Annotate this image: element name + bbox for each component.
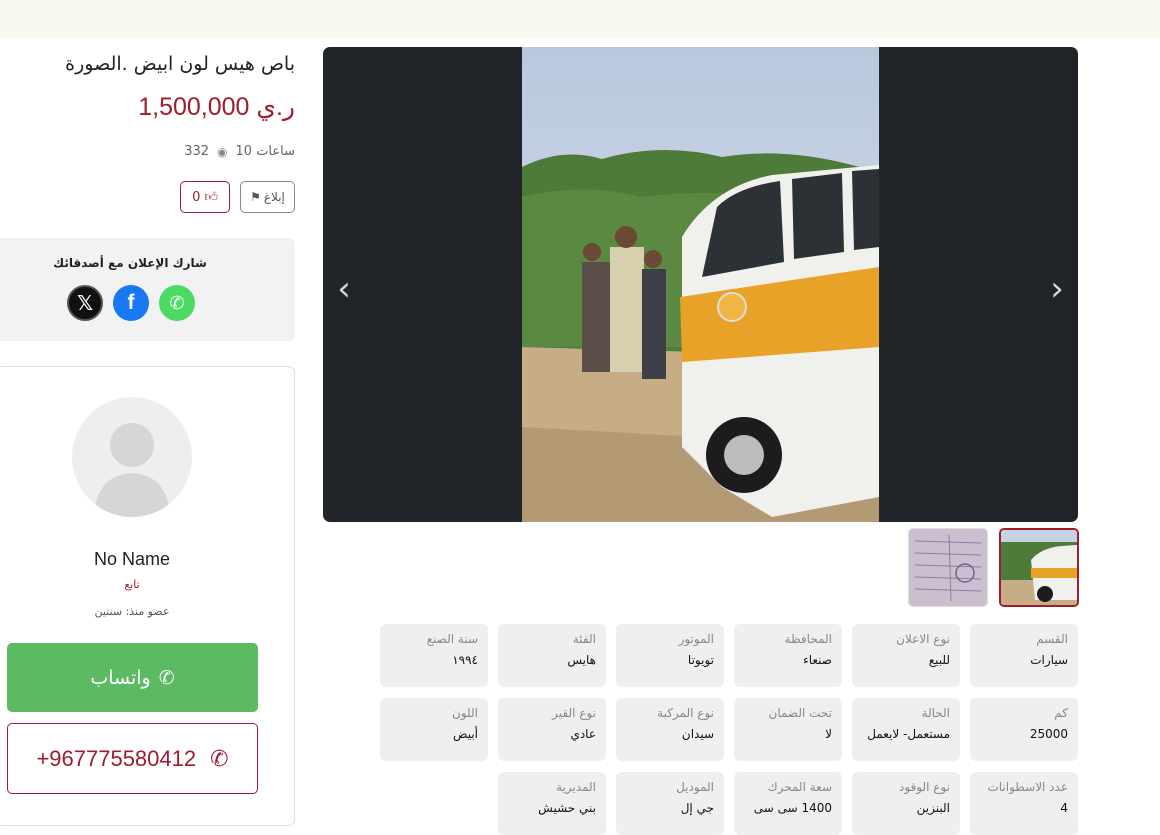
thumbnail-van-photo[interactable] [999, 528, 1079, 607]
spec-label: تحت الضمان [768, 706, 833, 720]
spec-value: 25000 [1029, 727, 1068, 741]
top-bar [0, 0, 1160, 38]
main-photo[interactable] [522, 47, 879, 522]
spec-label: المحافظة [784, 632, 832, 646]
spec-value: تويوتا [687, 653, 714, 667]
spec-card: القسم سيارات [970, 624, 1078, 687]
previous-image-button[interactable]: ‹ [329, 269, 359, 309]
spec-value: بني حشيش [538, 801, 596, 815]
spec-card: نوع القير عادي [498, 698, 606, 761]
spec-card: سنة الصنع ١٩٩٤ [380, 624, 488, 687]
spec-label: نوع الوقود [899, 780, 950, 794]
spec-value: عادي [570, 727, 596, 741]
view-count: 332 [184, 144, 210, 159]
spec-value: 1400 سى سى [753, 801, 832, 815]
like-count: 0 [192, 189, 201, 205]
spec-card: نوع المركبة سيدان [616, 698, 724, 761]
spec-card: الموتور تويوتا [616, 624, 724, 687]
next-image-button[interactable]: › [1042, 269, 1072, 309]
phone-number: +967775580412 [36, 745, 197, 771]
spec-card: سعة المحرك 1400 سى سى [734, 772, 842, 835]
whatsapp-icon: ✆ [158, 666, 175, 689]
spec-label: الموديل [676, 780, 714, 794]
spec-card: نوع الوقود البنزين [852, 772, 960, 835]
spec-card: المحافظة صنعاء [734, 624, 842, 687]
share-panel: شارك الإعلان مع أصدقائك 𝕏 f ✆ [0, 238, 295, 341]
spec-card: عدد الاسطوانات 4 [970, 772, 1078, 835]
eye-icon: ◉ [217, 144, 228, 159]
listing-title: باص هيس لون ابيض .الصورة [65, 53, 295, 75]
spec-card: الحالة مستعمل- لايعمل [852, 698, 960, 761]
spec-label: القسم [1036, 632, 1068, 646]
report-button[interactable]: إبلاغ ⚑ [240, 181, 295, 213]
spec-value: أبيض [453, 727, 478, 741]
spec-card: كم 25000 [970, 698, 1078, 761]
spec-value: ١٩٩٤ [452, 653, 478, 667]
member-since: عضو منذ: سنتين [94, 605, 170, 618]
spec-label: الموتور [678, 632, 714, 646]
report-label: إبلاغ [263, 190, 285, 204]
spec-value: مستعمل- لايعمل [867, 727, 950, 741]
seller-card: No Name تابع عضو منذ: سنتين ✆ واتساب +96… [0, 366, 295, 826]
spec-card: المديرية بني حشيش [498, 772, 606, 835]
whatsapp-label: واتساب [90, 666, 151, 689]
flag-icon: ⚑ [250, 190, 261, 204]
share-title: شارك الإعلان مع أصدقائك [53, 256, 207, 270]
listing-price: 1,500,000 ر.ي [138, 93, 295, 121]
avatar [72, 397, 192, 517]
spec-label: عدد الاسطوانات [987, 780, 1068, 794]
seller-role[interactable]: تابع [0, 578, 267, 591]
like-button[interactable]: 0 👍︎ [180, 181, 230, 213]
spec-label: سنة الصنع [426, 632, 478, 646]
whatsapp-button[interactable]: ✆ واتساب [7, 643, 258, 712]
spec-label: المديرية [556, 780, 596, 794]
spec-label: نوع المركبة [657, 706, 714, 720]
spec-value: هايس [567, 653, 596, 667]
spec-card: تحت الضمان لا [734, 698, 842, 761]
spec-value: البنزين [916, 801, 950, 815]
thumbnail-document-photo[interactable] [908, 528, 988, 607]
spec-card: نوع الاعلان للبيع [852, 624, 960, 687]
spec-value: سيدان [681, 727, 714, 741]
spec-label: الحالة [921, 706, 950, 720]
spec-label: نوع الاعلان [896, 632, 950, 646]
spec-value: سيارات [1030, 653, 1068, 667]
whatsapp-icon[interactable]: ✆ [159, 285, 195, 321]
spec-card: الفئة هايس [498, 624, 606, 687]
thumbs-up-icon: 👍︎ [204, 189, 218, 205]
spec-value: للبيع [928, 653, 950, 667]
spec-card: الموديل جي إل [616, 772, 724, 835]
spec-label: سعة المحرك [767, 780, 832, 794]
spec-label: اللون [452, 706, 478, 720]
spec-value: جي إل [680, 801, 714, 815]
spec-label: نوع القير [552, 706, 596, 720]
phone-button[interactable]: +967775580412 ✆ [7, 723, 258, 794]
image-gallery[interactable]: ‹ › [323, 47, 1078, 522]
spec-value: 4 [1060, 801, 1068, 815]
facebook-icon[interactable]: f [113, 285, 149, 321]
spec-value: لا [825, 727, 832, 741]
spec-value: صنعاء [803, 653, 832, 667]
posted-time: 10 ساعات [235, 144, 296, 159]
x-icon[interactable]: 𝕏 [67, 285, 103, 321]
listing-meta: 332 ◉ 10 ساعات [184, 144, 295, 159]
spec-label: الفئة [572, 632, 596, 646]
phone-icon: ✆ [210, 745, 229, 771]
spec-card: اللون أبيض [380, 698, 488, 761]
seller-name: No Name [93, 549, 171, 569]
spec-label: كم [1054, 706, 1068, 720]
